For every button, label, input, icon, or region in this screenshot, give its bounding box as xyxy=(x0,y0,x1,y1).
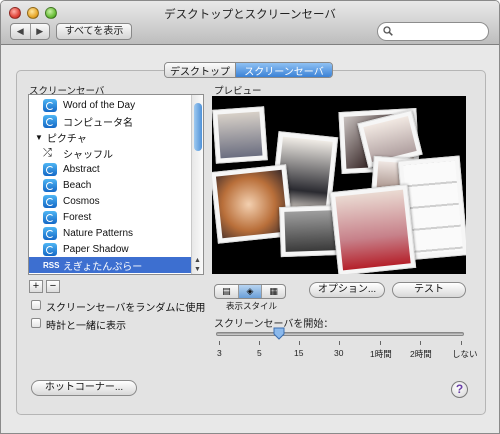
preview-photo xyxy=(212,106,268,164)
display-style-mosaic-icon[interactable]: ▦ xyxy=(262,285,285,298)
remove-button[interactable]: − xyxy=(46,280,60,293)
list-item-label: えぎょたんぷらー xyxy=(63,261,143,273)
help-icon[interactable]: ? xyxy=(451,381,468,398)
slider-tick-label: しない xyxy=(452,349,478,359)
tab-desktop[interactable]: デスクトップ xyxy=(165,63,236,77)
display-style-label: 表示スタイル xyxy=(226,301,278,311)
list-group-label: ピクチャ xyxy=(46,133,87,145)
shuffle-icon: ⤮ xyxy=(43,146,52,159)
options-button[interactable]: オプション... xyxy=(309,282,385,298)
list-scrollbar[interactable]: ▲ ▼ xyxy=(191,95,203,274)
list-item[interactable]: Abstract xyxy=(29,161,191,177)
list-item-label: Cosmos xyxy=(63,195,100,207)
list-group-pictures[interactable]: ▼ ピクチャ xyxy=(29,129,191,145)
slider-tick xyxy=(299,341,300,345)
list-item-label: Beach xyxy=(63,179,92,191)
slider-tick xyxy=(461,341,462,345)
list-item[interactable]: Cosmos xyxy=(29,193,191,209)
show-all-button[interactable]: すべてを表示 xyxy=(56,23,132,40)
slider-tick-label: 15 xyxy=(294,348,304,358)
list-item-label: Abstract xyxy=(63,163,100,175)
hot-corners-button[interactable]: ホットコーナー... xyxy=(31,380,137,396)
list-item[interactable]: Forest xyxy=(29,209,191,225)
slider-tick-label: 2時間 xyxy=(410,349,432,359)
slider-tick xyxy=(420,341,421,345)
random-checkbox[interactable] xyxy=(31,300,41,310)
screensaver-icon xyxy=(43,162,57,176)
slider-tick xyxy=(380,341,381,345)
list-item-label: Forest xyxy=(63,211,92,223)
list-item-label: コンピュータ名 xyxy=(63,117,133,129)
display-style-control: ▤ ◈ ▦ xyxy=(214,284,286,299)
scroll-down-arrow-icon[interactable]: ▼ xyxy=(194,266,201,273)
list-item-selected[interactable]: RSS えぎょたんぷらー xyxy=(29,257,191,273)
slider-tick xyxy=(339,341,340,345)
disclosure-triangle-icon[interactable]: ▼ xyxy=(35,133,43,142)
screensaver-preview xyxy=(212,96,466,274)
display-style-slideshow-icon[interactable]: ▤ xyxy=(215,285,239,298)
list-item-label: シャッフル xyxy=(63,149,113,161)
title-bar: デスクトップとスクリーンセーバ ◀ ▶ すべてを表示 xyxy=(1,1,499,45)
slider-tick xyxy=(259,341,260,345)
list-item-label: Paper Shadow xyxy=(63,243,129,255)
clock-checkbox[interactable] xyxy=(31,318,41,328)
random-checkbox-label: スクリーンセーバをランダムに使用 xyxy=(46,303,206,314)
slider-tick-label: 1時間 xyxy=(370,349,392,359)
screensaver-icon xyxy=(43,178,57,192)
preview-photo xyxy=(329,184,417,274)
slider-tick-label: 5 xyxy=(257,348,262,358)
search-field[interactable] xyxy=(377,22,489,41)
screensaver-icon xyxy=(43,194,57,208)
list-item[interactable]: Beach xyxy=(29,177,191,193)
list-item-label: Nature Patterns xyxy=(63,227,134,239)
back-button[interactable]: ◀ xyxy=(11,24,31,39)
slider-tick-label: 30 xyxy=(334,348,344,358)
screensaver-icon xyxy=(43,210,57,224)
scrollbar-thumb[interactable] xyxy=(194,103,202,151)
search-icon xyxy=(383,26,393,36)
list-item[interactable]: Paper Shadow xyxy=(29,241,191,257)
tab-screensaver[interactable]: スクリーンセーバ xyxy=(236,63,332,77)
test-button[interactable]: テスト xyxy=(392,282,466,298)
scroll-up-arrow-icon[interactable]: ▲ xyxy=(194,257,201,264)
add-button[interactable]: + xyxy=(29,280,43,293)
clock-checkbox-label: 時計と一緒に表示 xyxy=(46,321,126,332)
list-item[interactable]: Word of the Day xyxy=(29,97,191,113)
start-slider-track[interactable] xyxy=(216,332,464,336)
screensaver-icon xyxy=(43,98,57,112)
list-item[interactable]: ⤮ シャッフル xyxy=(29,145,191,161)
slider-tick xyxy=(219,341,220,345)
forward-button[interactable]: ▶ xyxy=(31,24,50,39)
slider-tick-label: 3 xyxy=(217,348,222,358)
screensaver-list[interactable]: Word of the Day コンピュータ名 ▼ ピクチャ ⤮ シャッフル A… xyxy=(28,94,204,275)
screensaver-icon xyxy=(43,242,57,256)
screensaver-icon xyxy=(43,114,57,128)
preview-heading: プレビュー xyxy=(214,86,262,97)
window-title: デスクトップとスクリーンセーバ xyxy=(164,9,336,21)
display-style-collage-icon[interactable]: ◈ xyxy=(238,285,263,298)
list-item-label: Word of the Day xyxy=(63,99,136,111)
rss-icon: RSS xyxy=(43,260,60,270)
preferences-window: デスクトップとスクリーンセーバ ◀ ▶ すべてを表示 デスクトップ スクリーンセ… xyxy=(0,0,500,434)
tab-bar: デスクトップ スクリーンセーバ xyxy=(164,62,333,78)
list-item[interactable]: コンピュータ名 xyxy=(29,113,191,129)
back-forward-control: ◀ ▶ xyxy=(10,23,50,40)
list-item[interactable]: Nature Patterns xyxy=(29,225,191,241)
start-slider-knob[interactable] xyxy=(273,327,285,340)
screensaver-icon xyxy=(43,226,57,240)
